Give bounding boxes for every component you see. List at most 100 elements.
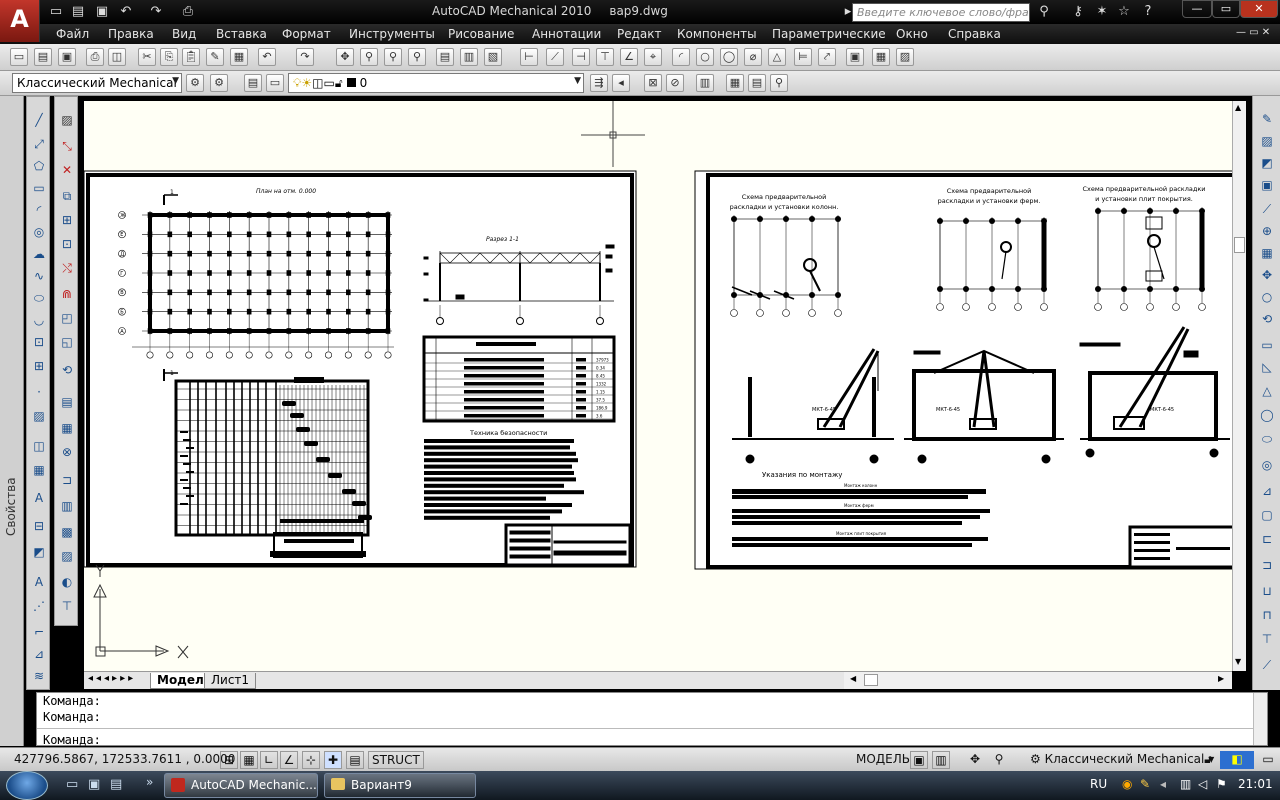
new-file-icon[interactable]: ▭ [48, 4, 64, 20]
cone-icon[interactable]: △ [1258, 382, 1276, 400]
fillet-icon[interactable]: ▥ [58, 497, 76, 515]
menu-insert[interactable]: Вставка [216, 27, 267, 41]
application-menu-logo-icon[interactable]: A [0, 0, 40, 42]
layer-properties-icon[interactable]: ▤ [244, 74, 262, 92]
dim-angular-icon[interactable]: ∠ [620, 48, 638, 66]
tab-layout1[interactable]: Лист1 [204, 673, 257, 689]
workspace-save-icon[interactable]: ⚙ [210, 74, 228, 92]
properties-palette[interactable]: Свойства [0, 96, 24, 746]
join-icon[interactable]: ⊗ [58, 443, 76, 461]
match-properties-icon[interactable]: ✎ [206, 48, 224, 66]
array-icon[interactable]: ⊞ [58, 211, 76, 229]
revision-cloud-icon[interactable]: ☁ [30, 245, 48, 263]
vertical-scroll-thumb[interactable] [1234, 237, 1245, 253]
menu-modify[interactable]: Редакт [617, 27, 662, 41]
new-icon[interactable]: ▭ [10, 48, 28, 66]
construction-line-icon[interactable]: ⤢ [30, 135, 48, 153]
horizontal-scrollbar[interactable]: ◀ ▶ [844, 671, 1232, 689]
undo-icon[interactable]: ↶ [258, 48, 276, 66]
open-icon[interactable]: ▤ [34, 48, 52, 66]
layer-previous-icon[interactable]: ◂ [612, 74, 630, 92]
close-button[interactable]: ✕ [1240, 0, 1278, 18]
taskbar-item-folder[interactable]: Вариант9 [324, 773, 476, 798]
scroll-down-arrow-icon[interactable]: ▼ [1235, 657, 1241, 666]
satellite-icon[interactable]: ✶ [1094, 4, 1110, 20]
ortho-mode-icon[interactable]: ∟ [260, 751, 278, 769]
dtext-icon[interactable]: A [30, 573, 48, 591]
offset-icon[interactable]: ⧉ [58, 187, 76, 205]
arc-icon[interactable]: ◜ [30, 201, 48, 219]
rotate-3d-icon[interactable]: ⟲ [1258, 310, 1276, 328]
scale-icon[interactable]: ◰ [58, 309, 76, 327]
stretch-icon[interactable]: ◱ [58, 333, 76, 351]
menu-tools[interactable]: Инструменты [349, 27, 435, 41]
command-window[interactable]: Команда: Команда: Команда: [36, 692, 1268, 747]
dim-ordinate-icon[interactable]: ⌖ [644, 48, 662, 66]
copy-object-icon[interactable]: ⤡ [58, 137, 76, 155]
tray-network-icon[interactable]: ▥ [1180, 777, 1191, 791]
undo-icon[interactable]: ↶ [118, 4, 134, 20]
subtract-icon[interactable]: ⊓ [1258, 606, 1276, 624]
wedge-icon[interactable]: ◺ [1258, 358, 1276, 376]
orbit-icon[interactable]: ⊕ [1258, 222, 1276, 240]
preview-icon[interactable]: ◫ [108, 48, 126, 66]
circle-tool-icon[interactable]: ○ [1258, 288, 1276, 306]
clean-screen-icon[interactable]: ▨ [1258, 132, 1276, 150]
grid-mode-icon[interactable]: ▦ [240, 751, 258, 769]
ellipse-icon[interactable]: ⬭ [30, 289, 48, 307]
multiline-icon[interactable]: ⋰ [30, 597, 48, 615]
print-icon[interactable]: ⎙ [180, 4, 196, 20]
quick-view-drawings-icon[interactable]: ▥ [932, 751, 950, 769]
snap-mode-icon[interactable]: ⊞ [220, 751, 238, 769]
table-icon[interactable]: ▦ [30, 461, 48, 479]
mtext-icon[interactable]: A [30, 489, 48, 507]
rectangle-icon[interactable]: ▭ [30, 179, 48, 197]
show-desktop-icon[interactable]: ▭ [66, 777, 78, 792]
pan-icon[interactable]: ✥ [336, 48, 354, 66]
dim-style-icon[interactable]: ▨ [896, 48, 914, 66]
rotate-icon[interactable]: ⤭ [58, 259, 76, 277]
menu-help[interactable]: Справка [948, 27, 1001, 41]
tolerance-icon[interactable]: ⊨ [794, 48, 812, 66]
osnap-icon[interactable]: ⊹ [302, 751, 320, 769]
line-icon[interactable]: ╱ [30, 111, 48, 129]
layer-tools-icon[interactable]: ⚲ [770, 74, 788, 92]
dim-aligned-icon[interactable]: ⟋ [546, 48, 564, 66]
minimize-button[interactable]: — [1182, 0, 1212, 18]
diameter-icon[interactable]: ⌀ [744, 48, 762, 66]
cylinder-icon[interactable]: ⬭ [1258, 430, 1276, 448]
polar-tracking-icon[interactable]: ∠ [280, 751, 298, 769]
command-scrollbar[interactable] [1253, 693, 1267, 745]
workspace-dropdown[interactable]: Классический Mechanical ▼ [12, 73, 182, 93]
vertical-scrollbar[interactable]: ▲ ▼ [1232, 101, 1246, 671]
pedit-icon[interactable]: ⊤ [58, 597, 76, 615]
sphere-icon[interactable]: ◯ [1258, 406, 1276, 424]
zoom-realtime-icon[interactable]: ⚲ [360, 48, 378, 66]
pyramid-icon[interactable]: ⊿ [1258, 482, 1276, 500]
chamfer-icon[interactable]: ⊐ [58, 471, 76, 489]
quicklaunch-more-icon[interactable]: » [146, 775, 153, 789]
save-icon[interactable]: ▣ [94, 4, 110, 20]
view-cube-icon[interactable]: ▦ [1258, 244, 1276, 262]
workspace-switch[interactable]: ⚙ Классический Mechanical ▾ [1030, 751, 1214, 769]
dim-baseline-icon[interactable]: ⊣ [572, 48, 590, 66]
cut-icon[interactable]: ✂ [138, 48, 156, 66]
menu-edit[interactable]: Правка [108, 27, 154, 41]
hatch-icon[interactable]: ▨ [30, 407, 48, 425]
quicklaunch-save-icon[interactable]: ▣ [88, 777, 100, 792]
center-mark-icon[interactable]: △ [768, 48, 786, 66]
copy-icon[interactable]: ⎘ [160, 48, 178, 66]
spline-icon[interactable]: ∿ [30, 267, 48, 285]
menu-window[interactable]: Окно [896, 27, 928, 41]
leader-icon[interactable]: ⤤ [818, 48, 836, 66]
dim-update-icon[interactable]: ▦ [872, 48, 890, 66]
pan-status-icon[interactable]: ✥ [966, 751, 984, 769]
layer-dropdown[interactable]: 💡︎☀◫▭🔓︎ 0 ▼ [288, 73, 584, 93]
taskbar-item-autocad[interactable]: AutoCAD Mechanic... [164, 773, 318, 798]
3d-poly-icon[interactable]: ⊿ [30, 645, 48, 663]
menu-annotations[interactable]: Аннотации [532, 27, 601, 41]
layer-state-icon[interactable]: ▭ [266, 74, 284, 92]
zoom-window-icon[interactable]: ⚲ [384, 48, 402, 66]
trim-icon[interactable]: ⟲ [58, 361, 76, 379]
tray-flag-icon[interactable]: ⚑ [1216, 777, 1227, 791]
